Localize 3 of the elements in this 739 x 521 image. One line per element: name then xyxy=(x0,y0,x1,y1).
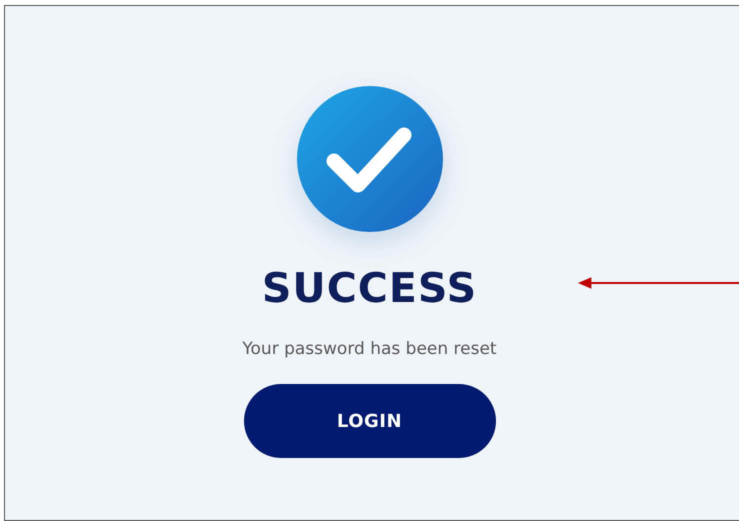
status-message: Your password has been reset xyxy=(242,338,497,360)
status-title: SUCCESS xyxy=(262,263,478,314)
login-button[interactable]: LOGIN xyxy=(244,384,496,458)
